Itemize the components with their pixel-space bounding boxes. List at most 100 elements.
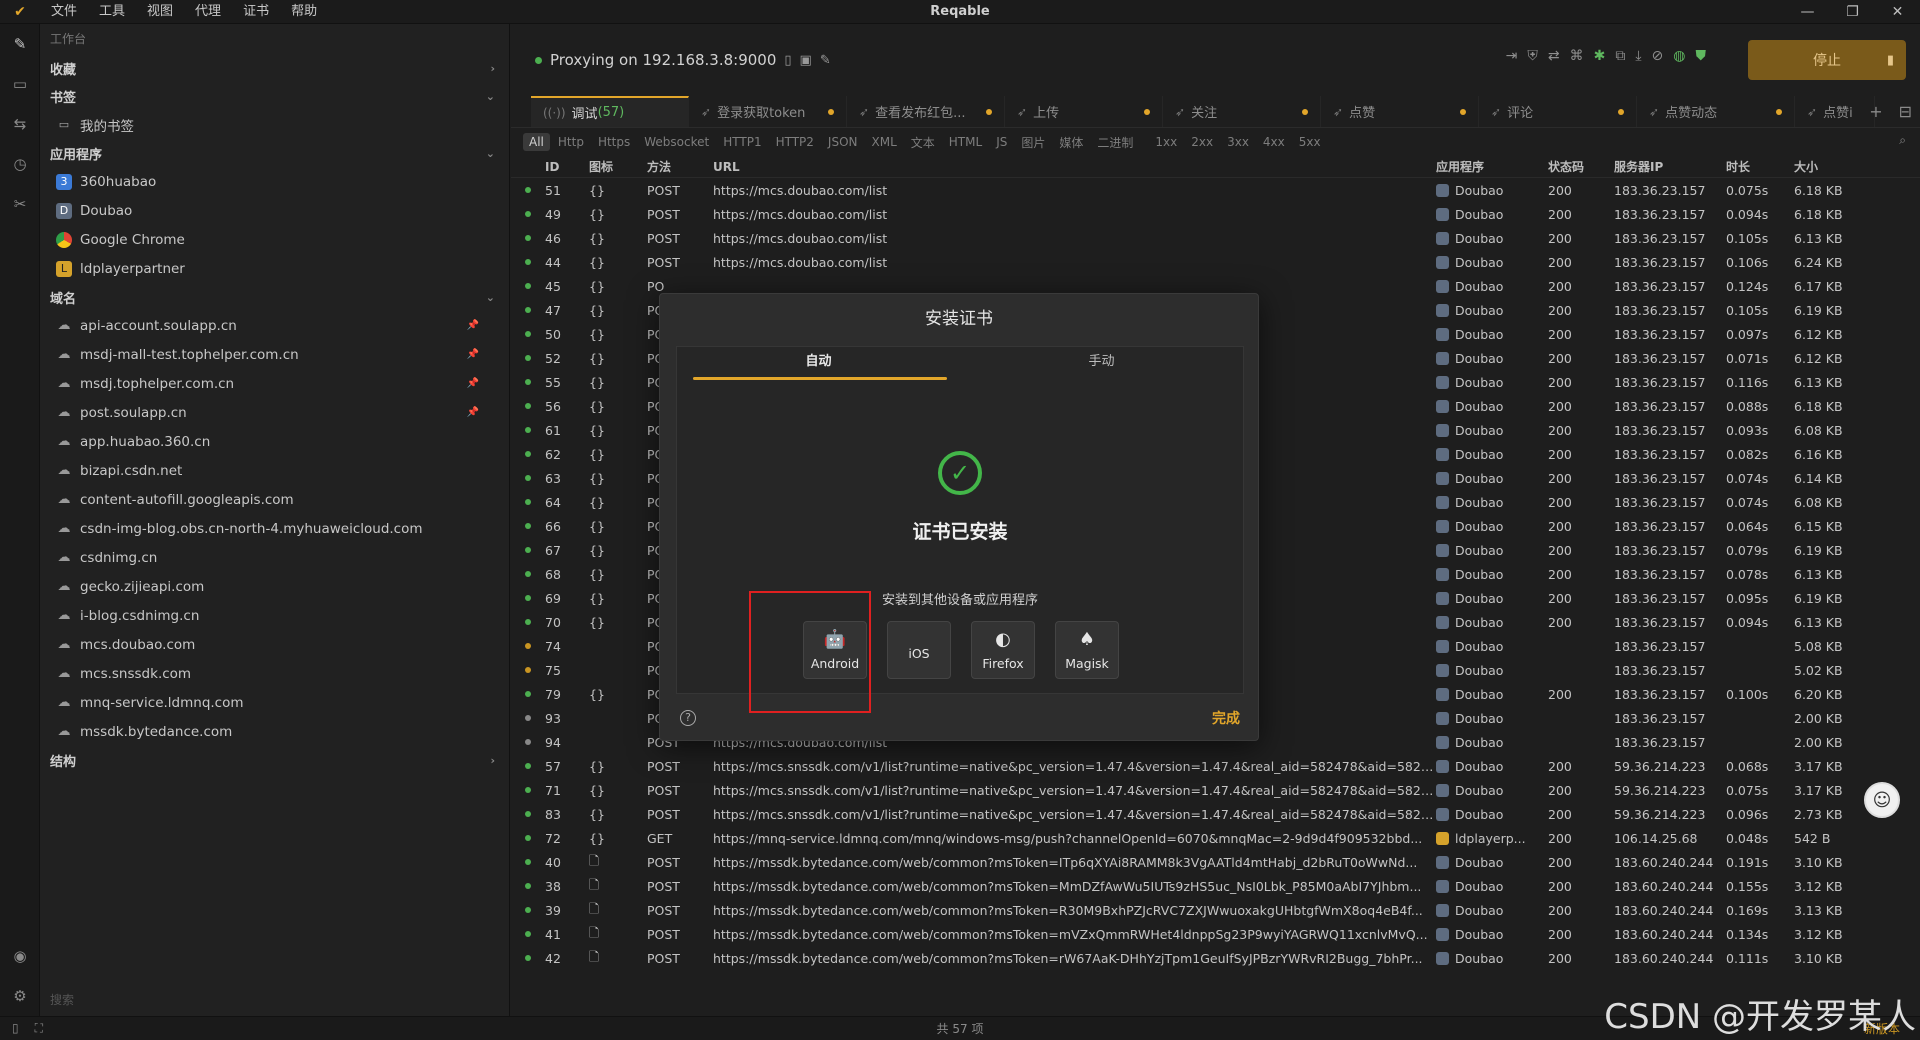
tab-like[interactable]: ➶ 点赞	[1321, 96, 1479, 127]
sidebar-item-domain[interactable]: ☁ i-blog.csdnimg.cn	[40, 601, 509, 630]
sidebar-item-domain[interactable]: ☁ gecko.zijieapi.com	[40, 572, 509, 601]
table-row[interactable]: 38 🗋 POST https://mssdk.bytedance.com/web/c…	[511, 874, 1920, 898]
sidebar-item-domain[interactable]: ☁ post.soulapp.cn 📌	[40, 398, 509, 427]
tab-manual[interactable]: 手动	[960, 347, 1243, 383]
filter-json[interactable]: JSON	[822, 133, 864, 151]
col-ip[interactable]: 服务器IP	[1614, 158, 1726, 175]
script-icon[interactable]: ⌘	[1570, 48, 1584, 64]
table-row[interactable]: 39 🗋 POST https://mssdk.bytedance.com/web/c…	[511, 898, 1920, 922]
table-row[interactable]: 71 {} POST https://mcs.snssdk.com/v1/list?r…	[511, 778, 1920, 802]
table-row[interactable]: 49 {} POST https://mcs.doubao.com/list Douba…	[511, 202, 1920, 226]
collapse-icon[interactable]: ⊟	[1899, 102, 1912, 121]
filter-2xx[interactable]: 2xx	[1185, 133, 1219, 151]
sidebar-item-app[interactable]: D Doubao	[40, 196, 509, 225]
col-status[interactable]: 状态码	[1548, 158, 1614, 175]
table-row[interactable]: 83 {} POST https://mcs.snssdk.com/v1/list?r…	[511, 802, 1920, 826]
filter-http1[interactable]: HTTP1	[717, 133, 767, 151]
filter-1xx[interactable]: 1xx	[1149, 133, 1183, 151]
filter-5xx[interactable]: 5xx	[1293, 133, 1327, 151]
help-icon[interactable]: ?	[680, 710, 696, 726]
tab-like-more[interactable]: ➶ 点赞i	[1795, 96, 1875, 127]
filter-html[interactable]: HTML	[943, 133, 988, 151]
table-row[interactable]: 44 {} POST https://mcs.doubao.com/list Douba…	[511, 250, 1920, 274]
tab-upload[interactable]: ➶ 上传	[1005, 96, 1163, 127]
sidebar-section-domains[interactable]: 域名 ⌄	[40, 283, 509, 311]
tab-follow[interactable]: ➶ 关注	[1163, 96, 1321, 127]
tab-auto[interactable]: 自动	[677, 347, 960, 383]
block-icon[interactable]: ⊘	[1652, 48, 1664, 64]
rewrite-icon[interactable]: ⇄	[1548, 48, 1560, 64]
sidebar-item-domain[interactable]: ☁ bizapi.csdn.net	[40, 456, 509, 485]
col-id[interactable]: ID	[545, 160, 589, 174]
sidebar-item-domain[interactable]: ☁ mcs.doubao.com	[40, 630, 509, 659]
filter-https[interactable]: Https	[592, 133, 636, 151]
filter-text[interactable]: 文本	[905, 132, 941, 153]
filter-3xx[interactable]: 3xx	[1221, 133, 1255, 151]
menu-view[interactable]: 视图	[136, 0, 184, 24]
filter-binary[interactable]: 二进制	[1091, 132, 1139, 153]
sidebar-item-domain[interactable]: ☁ content-autofill.googleapis.com	[40, 485, 509, 514]
rewrite-icon[interactable]: ⇆	[0, 104, 40, 144]
proxy-status[interactable]: Proxying on 192.168.3.8:9000 ▯ ▣ ✎	[535, 51, 831, 69]
filter-http2[interactable]: HTTP2	[770, 133, 820, 151]
tab-debug[interactable]: ((·)) 调试 (57)	[531, 96, 689, 127]
filter-image[interactable]: 图片	[1015, 132, 1051, 153]
minimize-icon[interactable]: —	[1785, 0, 1830, 24]
sidebar-item-domain[interactable]: ☁ mssdk.bytedance.com	[40, 717, 509, 746]
col-url[interactable]: URL	[713, 160, 1436, 174]
sidebar-item-domain[interactable]: ☁ csdn-img-blog.obs.cn-north-4.myhuaweicl…	[40, 514, 509, 543]
col-size[interactable]: 大小	[1794, 158, 1874, 175]
table-row[interactable]: 42 🗋 POST https://mssdk.bytedance.com/web/c…	[511, 946, 1920, 970]
bug-icon[interactable]: ✱	[1594, 48, 1606, 64]
sidebar-item-domain[interactable]: ☁ api-account.soulapp.cn 📌	[40, 311, 509, 340]
filter-js[interactable]: JS	[990, 133, 1013, 151]
pin-icon[interactable]: 📌	[467, 407, 479, 418]
download-icon[interactable]: ⤓	[1635, 48, 1641, 64]
stop-button[interactable]: 停止 ▮	[1748, 40, 1906, 80]
pin-icon[interactable]: 📌	[467, 349, 479, 360]
debug-icon[interactable]: ✎	[0, 24, 40, 64]
magisk-button[interactable]: ♠ Magisk	[1055, 621, 1119, 679]
filter-all[interactable]: All	[523, 133, 550, 151]
add-tab-icon[interactable]: +	[1869, 102, 1882, 121]
pin-icon[interactable]: 📌	[467, 320, 479, 331]
mirror-icon[interactable]: ⧉	[1615, 48, 1625, 64]
table-row[interactable]: 46 {} POST https://mcs.doubao.com/list Douba…	[511, 226, 1920, 250]
pin-icon[interactable]: 📌	[467, 378, 479, 389]
sidebar-section-bookmarks[interactable]: 书签 ⌄	[40, 82, 509, 110]
col-duration[interactable]: 时长	[1726, 158, 1794, 175]
sidebar-section-apps[interactable]: 应用程序 ⌄	[40, 139, 509, 167]
maximize-icon[interactable]: ❐	[1830, 0, 1875, 24]
history-icon[interactable]: ◷	[0, 144, 40, 184]
sidebar-toggle-icon[interactable]: ▯	[12, 1021, 19, 1036]
phone-icon[interactable]: ▯	[784, 53, 791, 68]
sidebar-section-structure[interactable]: 结构 ›	[40, 746, 509, 774]
qr-icon[interactable]: ▣	[800, 53, 812, 68]
filter-http[interactable]: Http	[552, 133, 590, 151]
box-icon[interactable]: ▭	[0, 64, 40, 104]
done-button[interactable]: 完成	[1212, 708, 1240, 728]
table-row[interactable]: 72 {} GET https://mnq-service.ldmnq.com/mnq…	[511, 826, 1920, 850]
firefox-button[interactable]: ◐ Firefox	[971, 621, 1035, 679]
menu-help[interactable]: 帮助	[280, 0, 328, 24]
sidebar-search-input[interactable]: 搜索	[50, 991, 74, 1008]
col-method[interactable]: 方法	[647, 158, 713, 175]
table-row[interactable]: 40 🗋 POST https://mssdk.bytedance.com/web/c…	[511, 850, 1920, 874]
filter-websocket[interactable]: Websocket	[638, 133, 715, 151]
account-icon[interactable]: ◉	[0, 936, 40, 976]
col-icon[interactable]: 图标	[589, 158, 647, 175]
menu-tools[interactable]: 工具	[88, 0, 136, 24]
breakpoint-icon[interactable]: ⇥	[1506, 48, 1518, 64]
sidebar-section-favorites[interactable]: 收藏 ›	[40, 54, 509, 82]
sidebar-item-domain[interactable]: ☁ mcs.snssdk.com	[40, 659, 509, 688]
table-row[interactable]: 57 {} POST https://mcs.snssdk.com/v1/list?r…	[511, 754, 1920, 778]
sidebar-item-domain[interactable]: ☁ msdj-mall-test.tophelper.com.cn 📌	[40, 340, 509, 369]
menu-proxy[interactable]: 代理	[184, 0, 232, 24]
sidebar-item-domain[interactable]: ☁ csdnimg.cn	[40, 543, 509, 572]
fullscreen-icon[interactable]: ⛶	[35, 1021, 43, 1036]
sidebar-item-domain[interactable]: ☁ mnq-service.ldmnq.com	[40, 688, 509, 717]
sidebar-item-app[interactable]: Google Chrome	[40, 225, 509, 254]
sidebar-item-app[interactable]: 3 360huabao	[40, 167, 509, 196]
filter-4xx[interactable]: 4xx	[1257, 133, 1291, 151]
sidebar-item-domain[interactable]: ☁ app.huabao.360.cn	[40, 427, 509, 456]
